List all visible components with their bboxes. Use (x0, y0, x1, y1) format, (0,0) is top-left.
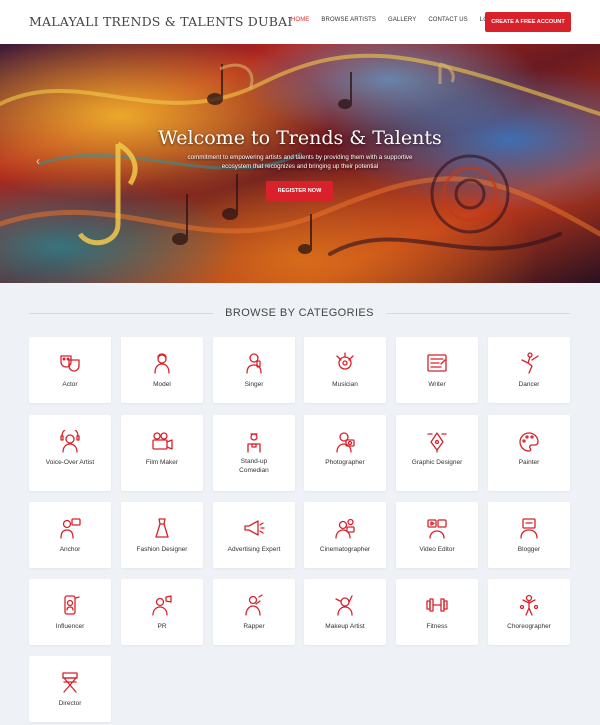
category-label: Fashion Designer (136, 546, 188, 553)
rapper-icon (242, 593, 266, 617)
category-label: Model (153, 381, 171, 388)
pr-icon (150, 593, 174, 617)
theater-masks-icon (58, 351, 82, 375)
category-card-blogger[interactable]: Blogger (488, 502, 570, 568)
palette-icon (517, 430, 541, 454)
hero-title: Welcome to Trends & Talents (158, 127, 442, 149)
category-label: Director (58, 700, 82, 707)
category-card-photographer[interactable]: Photographer (304, 415, 386, 491)
influencer-icon (58, 593, 82, 617)
megaphone-icon (242, 516, 266, 540)
category-label: Cinematographer (319, 546, 371, 553)
category-card-writer[interactable]: Writer (396, 337, 478, 403)
category-card-cinematographer[interactable]: Cinematographer (304, 502, 386, 568)
makeup-icon (333, 593, 357, 617)
divider (29, 312, 214, 314)
category-card-director[interactable]: Director (29, 656, 111, 722)
category-label: Actor (62, 381, 78, 388)
category-card-painter[interactable]: Painter (488, 415, 570, 491)
category-card-makeup-artist[interactable]: Makeup Artist (304, 579, 386, 645)
category-label: Blogger (517, 546, 541, 553)
category-card-choreographer[interactable]: Choreographer (488, 579, 570, 645)
category-card-fashion-designer[interactable]: Fashion Designer (121, 502, 203, 568)
director-chair-icon (58, 670, 82, 694)
category-label: Video Editor (419, 546, 455, 553)
category-label: Makeup Artist (325, 623, 365, 630)
nav-contact-us[interactable]: CONTACT US (428, 17, 467, 23)
category-card-pr[interactable]: PR (121, 579, 203, 645)
pen-tool-icon (425, 430, 449, 454)
category-label: Photographer (325, 459, 365, 466)
writer-icon (425, 351, 449, 375)
category-label: PR (157, 623, 167, 630)
site-logo[interactable]: MALAYALI TRENDS & TALENTS DUBAI (29, 14, 292, 29)
category-label: Voice-Over Artist (45, 459, 95, 466)
category-label: Advertising Expert (227, 546, 281, 553)
nav-browse-artists[interactable]: BROWSE ARTISTS (321, 17, 376, 23)
category-label: Anchor (59, 546, 81, 553)
category-card-musician[interactable]: Musician (304, 337, 386, 403)
singer-icon (242, 351, 266, 375)
divider (385, 312, 571, 314)
create-account-button[interactable]: CREATE A FREE ACCOUNT (485, 12, 571, 32)
hero-subtitle: commitment to empowering artists and tal… (187, 154, 413, 170)
category-card-fitness[interactable]: Fitness (396, 579, 478, 645)
main-nav: HOME BROWSE ARTISTS GALLERY CONTACT US L… (291, 17, 511, 23)
nav-gallery[interactable]: GALLERY (388, 17, 416, 23)
category-label: Musician (332, 381, 358, 388)
dress-icon (150, 516, 174, 540)
category-label: Dancer (518, 381, 540, 388)
category-card-film-maker[interactable]: Film Maker (121, 415, 203, 491)
category-card-voice-over-artist[interactable]: Voice-Over Artist (29, 415, 111, 491)
dancer-icon (517, 351, 541, 375)
dumbbell-icon (425, 593, 449, 617)
cinematographer-icon (333, 516, 357, 540)
category-label: Choreographer (507, 623, 551, 630)
category-card-singer[interactable]: Singer (213, 337, 295, 403)
category-card-video-editor[interactable]: Video Editor (396, 502, 478, 568)
category-card-anchor[interactable]: Anchor (29, 502, 111, 568)
category-label: Painter (518, 459, 540, 466)
musician-icon (333, 351, 357, 375)
nav-home[interactable]: HOME (291, 17, 309, 23)
video-editor-icon (425, 516, 449, 540)
anchor-presenter-icon (58, 516, 82, 540)
category-card-rapper[interactable]: Rapper (213, 579, 295, 645)
carousel-prev-icon[interactable]: ‹ (36, 154, 40, 168)
category-label: Writer (428, 381, 446, 388)
category-label: Singer (244, 381, 264, 388)
blogger-icon (517, 516, 541, 540)
film-camera-icon (150, 430, 174, 454)
category-label: Stand-up Comedian (239, 458, 269, 474)
category-card-actor[interactable]: Actor (29, 337, 111, 403)
category-label: Fitness (426, 623, 448, 630)
section-title: BROWSE BY CATEGORIES (225, 307, 374, 319)
categories-heading: BROWSE BY CATEGORIES (29, 306, 571, 320)
photographer-icon (333, 430, 357, 454)
hero-banner: ‹ Welcome to Trends & Talents commitment… (0, 44, 600, 283)
category-card-influencer[interactable]: Influencer (29, 579, 111, 645)
choreographer-icon (517, 593, 541, 617)
category-card-dancer[interactable]: Dancer (488, 337, 570, 403)
category-label: Influencer (55, 623, 85, 630)
comedian-icon (242, 430, 266, 454)
model-icon (150, 351, 174, 375)
category-label: Graphic Designer (411, 459, 463, 466)
category-card-stand-up-comedian[interactable]: Stand-up Comedian (213, 415, 295, 491)
voice-over-icon (58, 427, 82, 454)
category-label: Film Maker (145, 459, 179, 466)
category-card-advertising-expert[interactable]: Advertising Expert (213, 502, 295, 568)
category-card-graphic-designer[interactable]: Graphic Designer (396, 415, 478, 491)
category-card-model[interactable]: Model (121, 337, 203, 403)
category-label: Rapper (243, 623, 265, 630)
site-header: MALAYALI TRENDS & TALENTS DUBAI HOME BRO… (0, 0, 600, 44)
register-now-button[interactable]: REGISTER NOW (266, 181, 333, 201)
